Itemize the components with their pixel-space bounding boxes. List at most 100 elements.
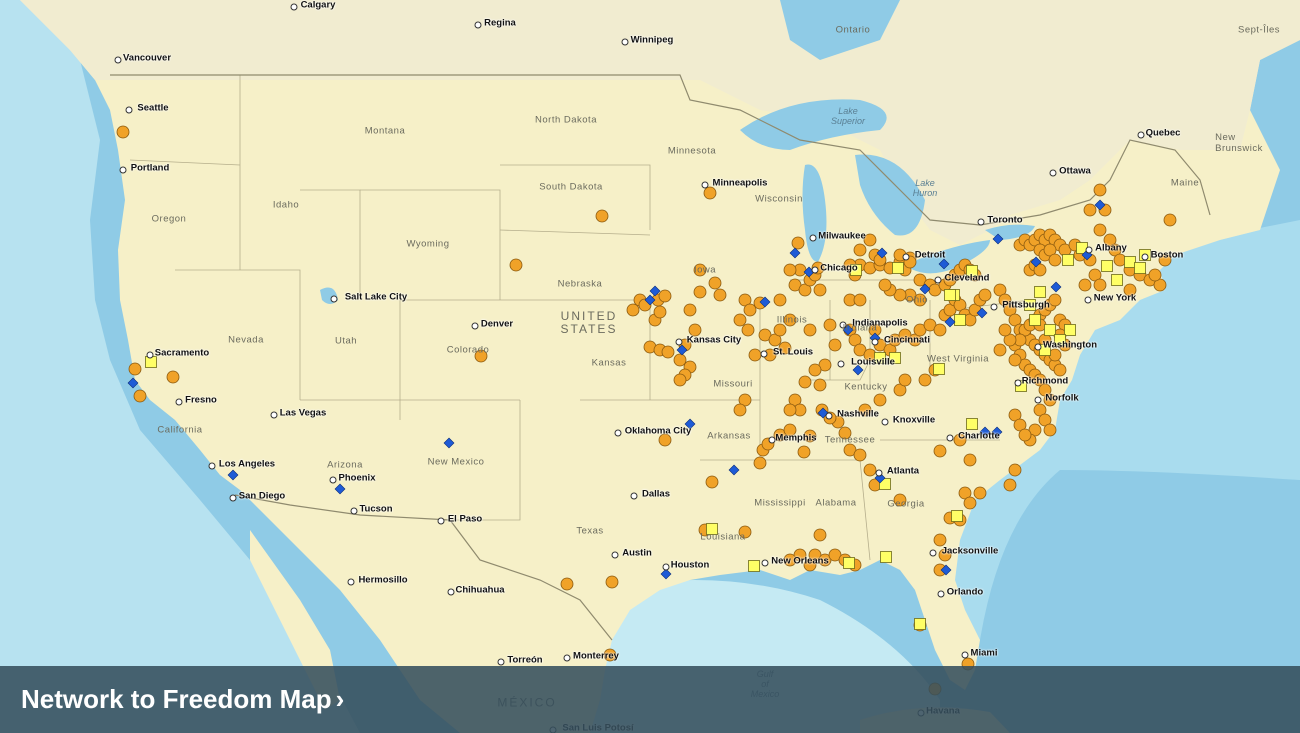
site-marker-yellow[interactable] (933, 363, 945, 375)
site-marker-orange[interactable] (560, 577, 574, 591)
site-marker-yellow[interactable] (1054, 334, 1066, 346)
site-marker-orange[interactable] (778, 341, 792, 355)
site-marker-orange[interactable] (1048, 293, 1062, 307)
site-marker-orange[interactable] (798, 375, 812, 389)
site-marker-orange[interactable] (813, 378, 827, 392)
site-marker-orange[interactable] (998, 323, 1012, 337)
site-marker-orange[interactable] (713, 288, 727, 302)
site-marker-orange[interactable] (1008, 353, 1022, 367)
site-marker-yellow[interactable] (914, 618, 926, 630)
site-marker-orange[interactable] (605, 575, 619, 589)
site-marker-orange[interactable] (133, 389, 147, 403)
site-marker-orange[interactable] (128, 362, 142, 376)
site-marker-orange[interactable] (783, 263, 797, 277)
site-marker-yellow[interactable] (706, 523, 718, 535)
site-marker-yellow[interactable] (1062, 254, 1074, 266)
site-marker-yellow[interactable] (843, 557, 855, 569)
site-marker-yellow[interactable] (892, 262, 904, 274)
site-marker-orange[interactable] (1148, 268, 1162, 282)
site-marker-orange[interactable] (673, 373, 687, 387)
site-marker-orange[interactable] (1078, 278, 1092, 292)
site-marker-yellow[interactable] (748, 560, 760, 572)
site-marker-orange[interactable] (783, 403, 797, 417)
site-marker-orange[interactable] (853, 243, 867, 257)
site-marker-orange[interactable] (733, 313, 747, 327)
site-marker-yellow[interactable] (1064, 324, 1076, 336)
site-marker-orange[interactable] (688, 323, 702, 337)
site-marker-orange[interactable] (658, 289, 672, 303)
site-marker-orange[interactable] (783, 313, 797, 327)
site-marker-orange[interactable] (166, 370, 180, 384)
site-marker-orange[interactable] (783, 423, 797, 437)
site-marker-orange[interactable] (797, 445, 811, 459)
site-marker-orange[interactable] (693, 285, 707, 299)
site-marker-orange[interactable] (813, 528, 827, 542)
site-marker-orange[interactable] (873, 393, 887, 407)
site-marker-orange[interactable] (1043, 393, 1057, 407)
site-marker-orange[interactable] (683, 303, 697, 317)
site-marker-yellow[interactable] (880, 551, 892, 563)
site-marker-orange[interactable] (705, 475, 719, 489)
site-marker-orange[interactable] (898, 373, 912, 387)
site-marker-orange[interactable] (626, 303, 640, 317)
site-marker-orange[interactable] (661, 345, 675, 359)
site-marker-yellow[interactable] (1101, 260, 1113, 272)
site-marker-yellow[interactable] (966, 265, 978, 277)
site-marker-orange[interactable] (973, 486, 987, 500)
site-marker-orange[interactable] (1043, 423, 1057, 437)
site-marker-orange[interactable] (708, 276, 722, 290)
site-marker-orange[interactable] (963, 453, 977, 467)
site-marker-yellow[interactable] (966, 418, 978, 430)
site-marker-yellow[interactable] (1034, 286, 1046, 298)
site-marker-orange[interactable] (1048, 253, 1062, 267)
site-marker-orange[interactable] (1093, 223, 1107, 237)
site-marker-orange[interactable] (823, 318, 837, 332)
site-marker-yellow[interactable] (850, 264, 862, 276)
site-marker-orange[interactable] (1163, 213, 1177, 227)
site-marker-orange[interactable] (741, 323, 755, 337)
site-marker-orange[interactable] (1123, 283, 1137, 297)
site-marker-orange[interactable] (1018, 428, 1032, 442)
site-marker-yellow[interactable] (1024, 299, 1036, 311)
site-marker-orange[interactable] (733, 403, 747, 417)
site-marker-orange[interactable] (953, 433, 967, 447)
site-marker-orange[interactable] (933, 533, 947, 547)
site-marker-orange[interactable] (595, 209, 609, 223)
site-marker-orange[interactable] (1083, 203, 1097, 217)
site-marker-orange[interactable] (116, 125, 130, 139)
site-marker-orange[interactable] (673, 353, 687, 367)
site-marker-orange[interactable] (918, 373, 932, 387)
site-marker-orange[interactable] (603, 648, 617, 662)
site-marker-yellow[interactable] (889, 352, 901, 364)
site-marker-yellow[interactable] (951, 510, 963, 522)
site-marker-orange[interactable] (803, 429, 817, 443)
site-marker-orange[interactable] (853, 293, 867, 307)
site-marker-orange[interactable] (743, 303, 757, 317)
site-marker-orange[interactable] (693, 263, 707, 277)
site-marker-orange[interactable] (978, 288, 992, 302)
site-marker-orange[interactable] (703, 186, 717, 200)
site-marker-orange[interactable] (828, 338, 842, 352)
site-marker-yellow[interactable] (1111, 274, 1123, 286)
site-marker-orange[interactable] (1008, 463, 1022, 477)
site-marker-yellow[interactable] (874, 352, 886, 364)
site-marker-orange[interactable] (853, 448, 867, 462)
site-marker-orange[interactable] (773, 293, 787, 307)
site-marker-orange[interactable] (653, 305, 667, 319)
site-marker-orange[interactable] (658, 433, 672, 447)
site-marker-orange[interactable] (808, 363, 822, 377)
site-marker-yellow[interactable] (1134, 262, 1146, 274)
site-marker-orange[interactable] (474, 349, 488, 363)
site-marker-orange[interactable] (738, 525, 752, 539)
site-marker-orange[interactable] (878, 278, 892, 292)
site-marker-orange[interactable] (938, 548, 952, 562)
site-marker-orange[interactable] (863, 463, 877, 477)
map-canvas[interactable]: Calgary Regina Winnipeg Vancouver Seattle Por… (0, 0, 1300, 733)
site-marker-orange[interactable] (1003, 478, 1017, 492)
site-marker-orange[interactable] (748, 348, 762, 362)
site-marker-yellow[interactable] (944, 289, 956, 301)
site-marker-orange[interactable] (1093, 278, 1107, 292)
site-marker-yellow[interactable] (1029, 314, 1041, 326)
site-marker-orange[interactable] (783, 553, 797, 567)
site-marker-orange[interactable] (803, 323, 817, 337)
